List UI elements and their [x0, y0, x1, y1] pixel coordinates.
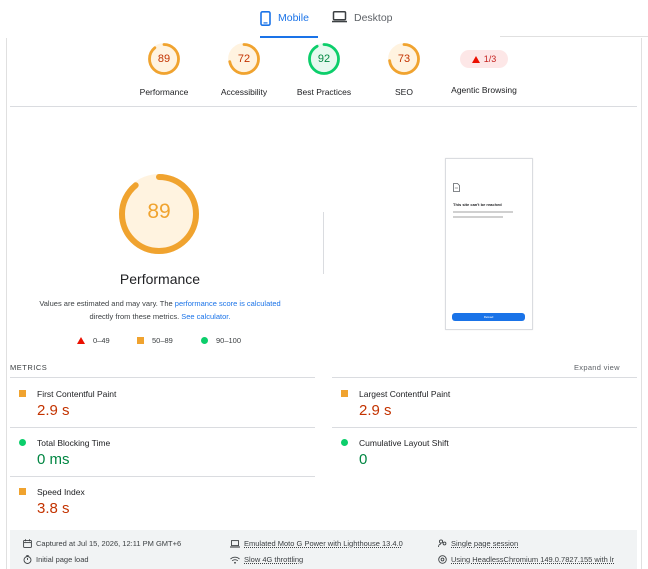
mobile-phone-icon	[260, 11, 271, 26]
pass-circle-icon	[341, 439, 348, 446]
thumb-reload-button: Reload	[452, 313, 525, 321]
agentic-browsing-badge[interactable]: 1/3	[460, 50, 508, 68]
metrics-heading: METRICS	[10, 363, 48, 372]
frame-border	[641, 38, 642, 569]
desktop-monitor-icon	[332, 11, 347, 23]
emulated-device[interactable]: Emulated Moto G Power with Lighthouse 13…	[230, 539, 403, 548]
expand-view-toggle[interactable]: Expand view	[574, 363, 620, 372]
average-square-icon	[19, 390, 26, 397]
legend-fail: 0–49	[77, 336, 110, 345]
performance-score-link[interactable]: performance score is calculated	[175, 299, 281, 308]
average-square-icon	[137, 337, 144, 344]
warning-triangle-icon	[471, 55, 480, 63]
chromium-icon	[438, 555, 447, 564]
performance-description: Values are estimated and may vary. The p…	[20, 297, 300, 323]
divider	[332, 377, 637, 378]
timer-icon	[23, 555, 32, 564]
divider	[10, 427, 315, 428]
captured-at-text: Captured at Jul 15, 2026, 12:11 PM GMT+6	[36, 539, 182, 548]
divider	[332, 427, 637, 428]
tab-desktop-label: Desktop	[354, 12, 393, 24]
metric-value: 3.8 s	[37, 500, 70, 517]
performance-title: Performance	[119, 271, 201, 287]
vertical-divider	[323, 212, 324, 274]
legend-pass-label: 90–100	[216, 336, 242, 345]
legend-average-label: 50–89	[152, 336, 173, 345]
calendar-icon	[23, 539, 32, 548]
gauge-score: 73	[397, 53, 411, 65]
agentic-browsing-label: Agentic Browsing	[451, 85, 517, 95]
divider	[10, 106, 637, 107]
desc-text: Values are estimated and may vary. The	[39, 299, 175, 308]
gauge-score: 92	[317, 53, 331, 65]
gauge-seo[interactable]: 73 SEO	[359, 42, 449, 97]
average-square-icon	[341, 390, 348, 397]
metric-label: Speed Index	[37, 487, 85, 497]
metric-label: First Contentful Paint	[37, 389, 117, 399]
gauge-label: Performance	[139, 87, 189, 97]
gauge-label: SEO	[395, 87, 413, 97]
network-throttling[interactable]: Slow 4G throttling	[230, 555, 303, 564]
browser-version-text: Using HeadlessChromium 149.0.7827.155 wi…	[451, 555, 615, 564]
page-load-type: Initial page load	[23, 555, 89, 564]
thumb-heading: This site can't be reached	[453, 202, 502, 207]
wifi-icon	[230, 556, 240, 564]
gauge-label: Best Practices	[296, 87, 352, 97]
metric-label: Total Blocking Time	[37, 438, 111, 448]
metric-value: 2.9 s	[37, 402, 70, 419]
see-calculator-link[interactable]: See calculator.	[181, 312, 230, 321]
divider	[10, 476, 315, 477]
frame-border	[6, 38, 7, 569]
metric-label: Cumulative Layout Shift	[359, 438, 449, 448]
device-tabs: Mobile Desktop	[0, 0, 648, 38]
laptop-icon	[230, 539, 240, 548]
gauge-label: Accessibility	[220, 87, 268, 97]
pass-circle-icon	[19, 439, 26, 446]
frame-border	[500, 36, 648, 37]
thumb-text-line	[453, 216, 503, 218]
browser-version[interactable]: Using HeadlessChromium 149.0.7827.155 wi…	[438, 555, 614, 564]
tab-desktop[interactable]: Desktop	[332, 11, 402, 38]
legend-pass: 90–100	[201, 336, 241, 345]
average-square-icon	[19, 488, 26, 495]
session-type[interactable]: Single page session	[438, 539, 518, 548]
gauge-performance[interactable]: 89 Performance	[119, 42, 209, 97]
metric-value: 0 ms	[37, 451, 70, 468]
metric-label: Largest Contentful Paint	[359, 389, 451, 399]
fail-triangle-icon	[77, 337, 85, 344]
tab-mobile[interactable]: Mobile	[260, 11, 318, 38]
page-load-type-text: Initial page load	[36, 555, 89, 564]
desc-text: directly from these metrics.	[89, 312, 182, 321]
tab-mobile-label: Mobile	[278, 12, 309, 24]
page-screenshot-thumbnail[interactable]: This site can't be reached Reload	[445, 158, 533, 330]
agentic-badge-text: 1/3	[483, 54, 497, 64]
legend-average: 50–89	[137, 336, 173, 345]
emulated-device-text: Emulated Moto G Power with Lighthouse 13…	[244, 539, 403, 548]
pass-circle-icon	[201, 337, 208, 344]
captured-at: Captured at Jul 15, 2026, 12:11 PM GMT+6	[23, 539, 181, 548]
network-throttling-text: Slow 4G throttling	[244, 555, 304, 564]
gauge-accessibility[interactable]: 72 Accessibility	[199, 42, 289, 97]
session-type-text: Single page session	[451, 539, 519, 548]
gauge-score: 72	[237, 53, 251, 65]
gauge-score: 89	[157, 53, 171, 65]
metric-value: 0	[359, 451, 368, 468]
thumb-text-line	[453, 211, 513, 213]
runtime-settings-footer: Captured at Jul 15, 2026, 12:11 PM GMT+6…	[10, 530, 637, 569]
performance-score: 89	[147, 200, 171, 223]
legend-fail-label: 0–49	[93, 336, 110, 345]
people-icon	[438, 539, 447, 548]
metric-value: 2.9 s	[359, 402, 392, 419]
document-icon	[453, 183, 460, 192]
divider	[10, 377, 315, 378]
gauge-best-practices[interactable]: 92 Best Practices	[279, 42, 369, 97]
